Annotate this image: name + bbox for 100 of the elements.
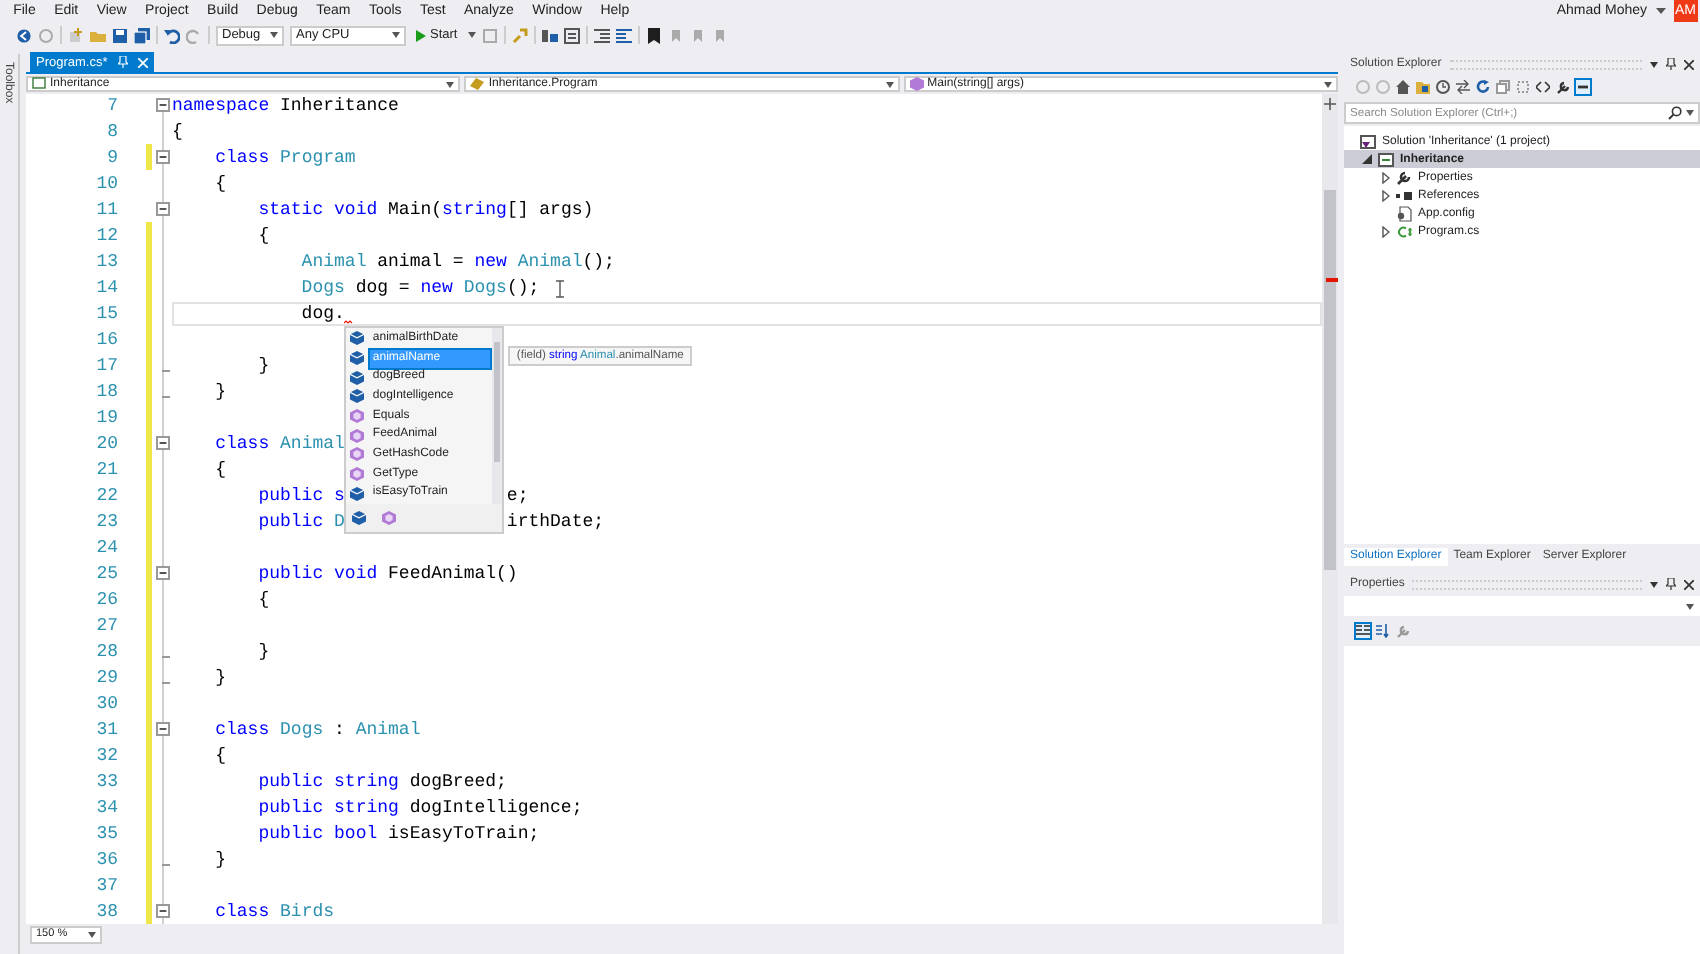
caret-icon[interactable]	[1650, 581, 1658, 587]
scrollbar[interactable]	[492, 327, 503, 504]
collapse-icon[interactable]	[156, 150, 170, 164]
line-number: 23	[94, 511, 120, 531]
clock-icon[interactable]	[1436, 79, 1450, 93]
code-line: public string dogBreed;	[256, 771, 507, 791]
collapsed-arrow-icon[interactable]	[1381, 171, 1389, 183]
caret-icon[interactable]	[1686, 110, 1694, 116]
preview-icon[interactable]	[1576, 79, 1590, 93]
collapse-icon[interactable]	[156, 202, 170, 216]
line-number: 8	[105, 121, 120, 141]
code-line: public void FeedAnimal()	[256, 563, 518, 583]
collapsed-arrow-icon[interactable]	[1381, 189, 1389, 201]
pin-icon[interactable]	[1666, 578, 1676, 590]
project-icon	[1378, 151, 1394, 167]
close-icon[interactable]	[1684, 579, 1694, 589]
vertical-scrollbar[interactable]	[1322, 94, 1338, 924]
sort-icon[interactable]	[1376, 623, 1390, 637]
undo-icon[interactable]	[164, 27, 180, 43]
line-number: 10	[94, 173, 120, 193]
method-icon	[909, 76, 924, 92]
refresh-icon[interactable]	[1476, 79, 1490, 93]
layout-icon[interactable]	[541, 27, 558, 43]
line-number: 18	[94, 381, 120, 401]
code-line: public D	[256, 511, 345, 531]
code-line: Animal animal = new Animal();	[299, 251, 615, 271]
method-filter-icon[interactable]	[382, 509, 397, 526]
sync-icon[interactable]	[1456, 79, 1470, 93]
indent-icon[interactable]	[593, 27, 610, 43]
line-number: 20	[94, 433, 120, 453]
code-line: Dogs dog = new Dogs();	[299, 277, 540, 297]
solution-icon	[1360, 133, 1376, 149]
config-file-icon	[1396, 205, 1412, 221]
home-icon[interactable]	[1396, 79, 1410, 93]
line-number: 33	[94, 771, 120, 791]
code-line: }	[256, 355, 270, 375]
line-number: 30	[94, 693, 120, 713]
code-line: {	[172, 121, 183, 141]
code-view-icon[interactable]	[1536, 79, 1550, 93]
split-icon[interactable]	[1324, 98, 1336, 110]
caret-icon	[1686, 603, 1694, 609]
caret-icon	[1323, 81, 1332, 87]
line-number: 14	[94, 277, 120, 297]
folder-view-icon[interactable]	[1416, 79, 1430, 93]
window-icon[interactable]	[563, 27, 580, 43]
collapse-all-icon[interactable]	[1496, 79, 1510, 93]
code-line: class Dogs : Animal	[213, 719, 421, 739]
references-icon	[1396, 187, 1412, 203]
line-number: 13	[94, 251, 120, 271]
code-line: static void Main(string[] args)	[256, 199, 594, 219]
line-number: 25	[94, 563, 120, 583]
line-number: 28	[94, 641, 120, 661]
caret-icon[interactable]	[1650, 61, 1658, 67]
code-fragment: irthDate;	[506, 511, 605, 531]
line-number: 15	[94, 303, 120, 323]
close-icon[interactable]	[1684, 59, 1694, 69]
play-icon	[416, 29, 426, 41]
line-number: 12	[94, 225, 120, 245]
caret-icon	[885, 81, 894, 87]
caret-icon	[270, 32, 278, 38]
code-line: public string dogIntelligence;	[256, 797, 583, 817]
field-filter-icon[interactable]	[352, 509, 367, 526]
collapse-icon[interactable]	[156, 98, 170, 112]
back-icon[interactable]	[16, 27, 32, 43]
code-line: {	[213, 173, 227, 193]
wrench-icon[interactable]	[1556, 79, 1570, 93]
line-number: 29	[94, 667, 120, 687]
save-icon[interactable]	[112, 27, 128, 43]
caret-icon[interactable]	[467, 32, 476, 38]
collapse-icon[interactable]	[156, 566, 170, 580]
categorized-icon[interactable]	[1356, 623, 1370, 637]
collapse-icon[interactable]	[156, 904, 170, 918]
code-line: }	[213, 381, 227, 401]
bookmark-icon[interactable]	[645, 27, 662, 43]
csharp-file-icon	[1396, 223, 1412, 239]
collapse-icon[interactable]	[156, 436, 170, 450]
code-line: dog.	[299, 303, 345, 323]
caret-icon	[88, 931, 96, 937]
code-line: class Animal	[213, 433, 345, 453]
save-all-icon[interactable]	[134, 27, 150, 43]
line-number: 16	[94, 329, 120, 349]
outdent-icon[interactable]	[615, 27, 632, 43]
search-icon[interactable]	[1668, 106, 1682, 120]
line-number: 31	[94, 719, 120, 739]
collapse-icon[interactable]	[156, 722, 170, 736]
line-number: 32	[94, 745, 120, 765]
code-fragment: e;	[506, 485, 529, 505]
code-line: }	[256, 641, 270, 661]
line-number: 26	[94, 589, 120, 609]
code-line: }	[213, 849, 227, 869]
field-icon	[350, 330, 365, 347]
class-icon	[470, 76, 485, 92]
method-icon	[350, 466, 365, 483]
line-number: 34	[94, 797, 120, 817]
line-number: 19	[94, 407, 120, 427]
collapsed-arrow-icon[interactable]	[1381, 225, 1389, 237]
pin-icon[interactable]	[1666, 58, 1676, 70]
expanded-arrow-icon[interactable]	[1362, 154, 1372, 164]
caret-icon[interactable]	[1655, 7, 1665, 15]
code-line: namespace Inheritance	[172, 95, 399, 115]
